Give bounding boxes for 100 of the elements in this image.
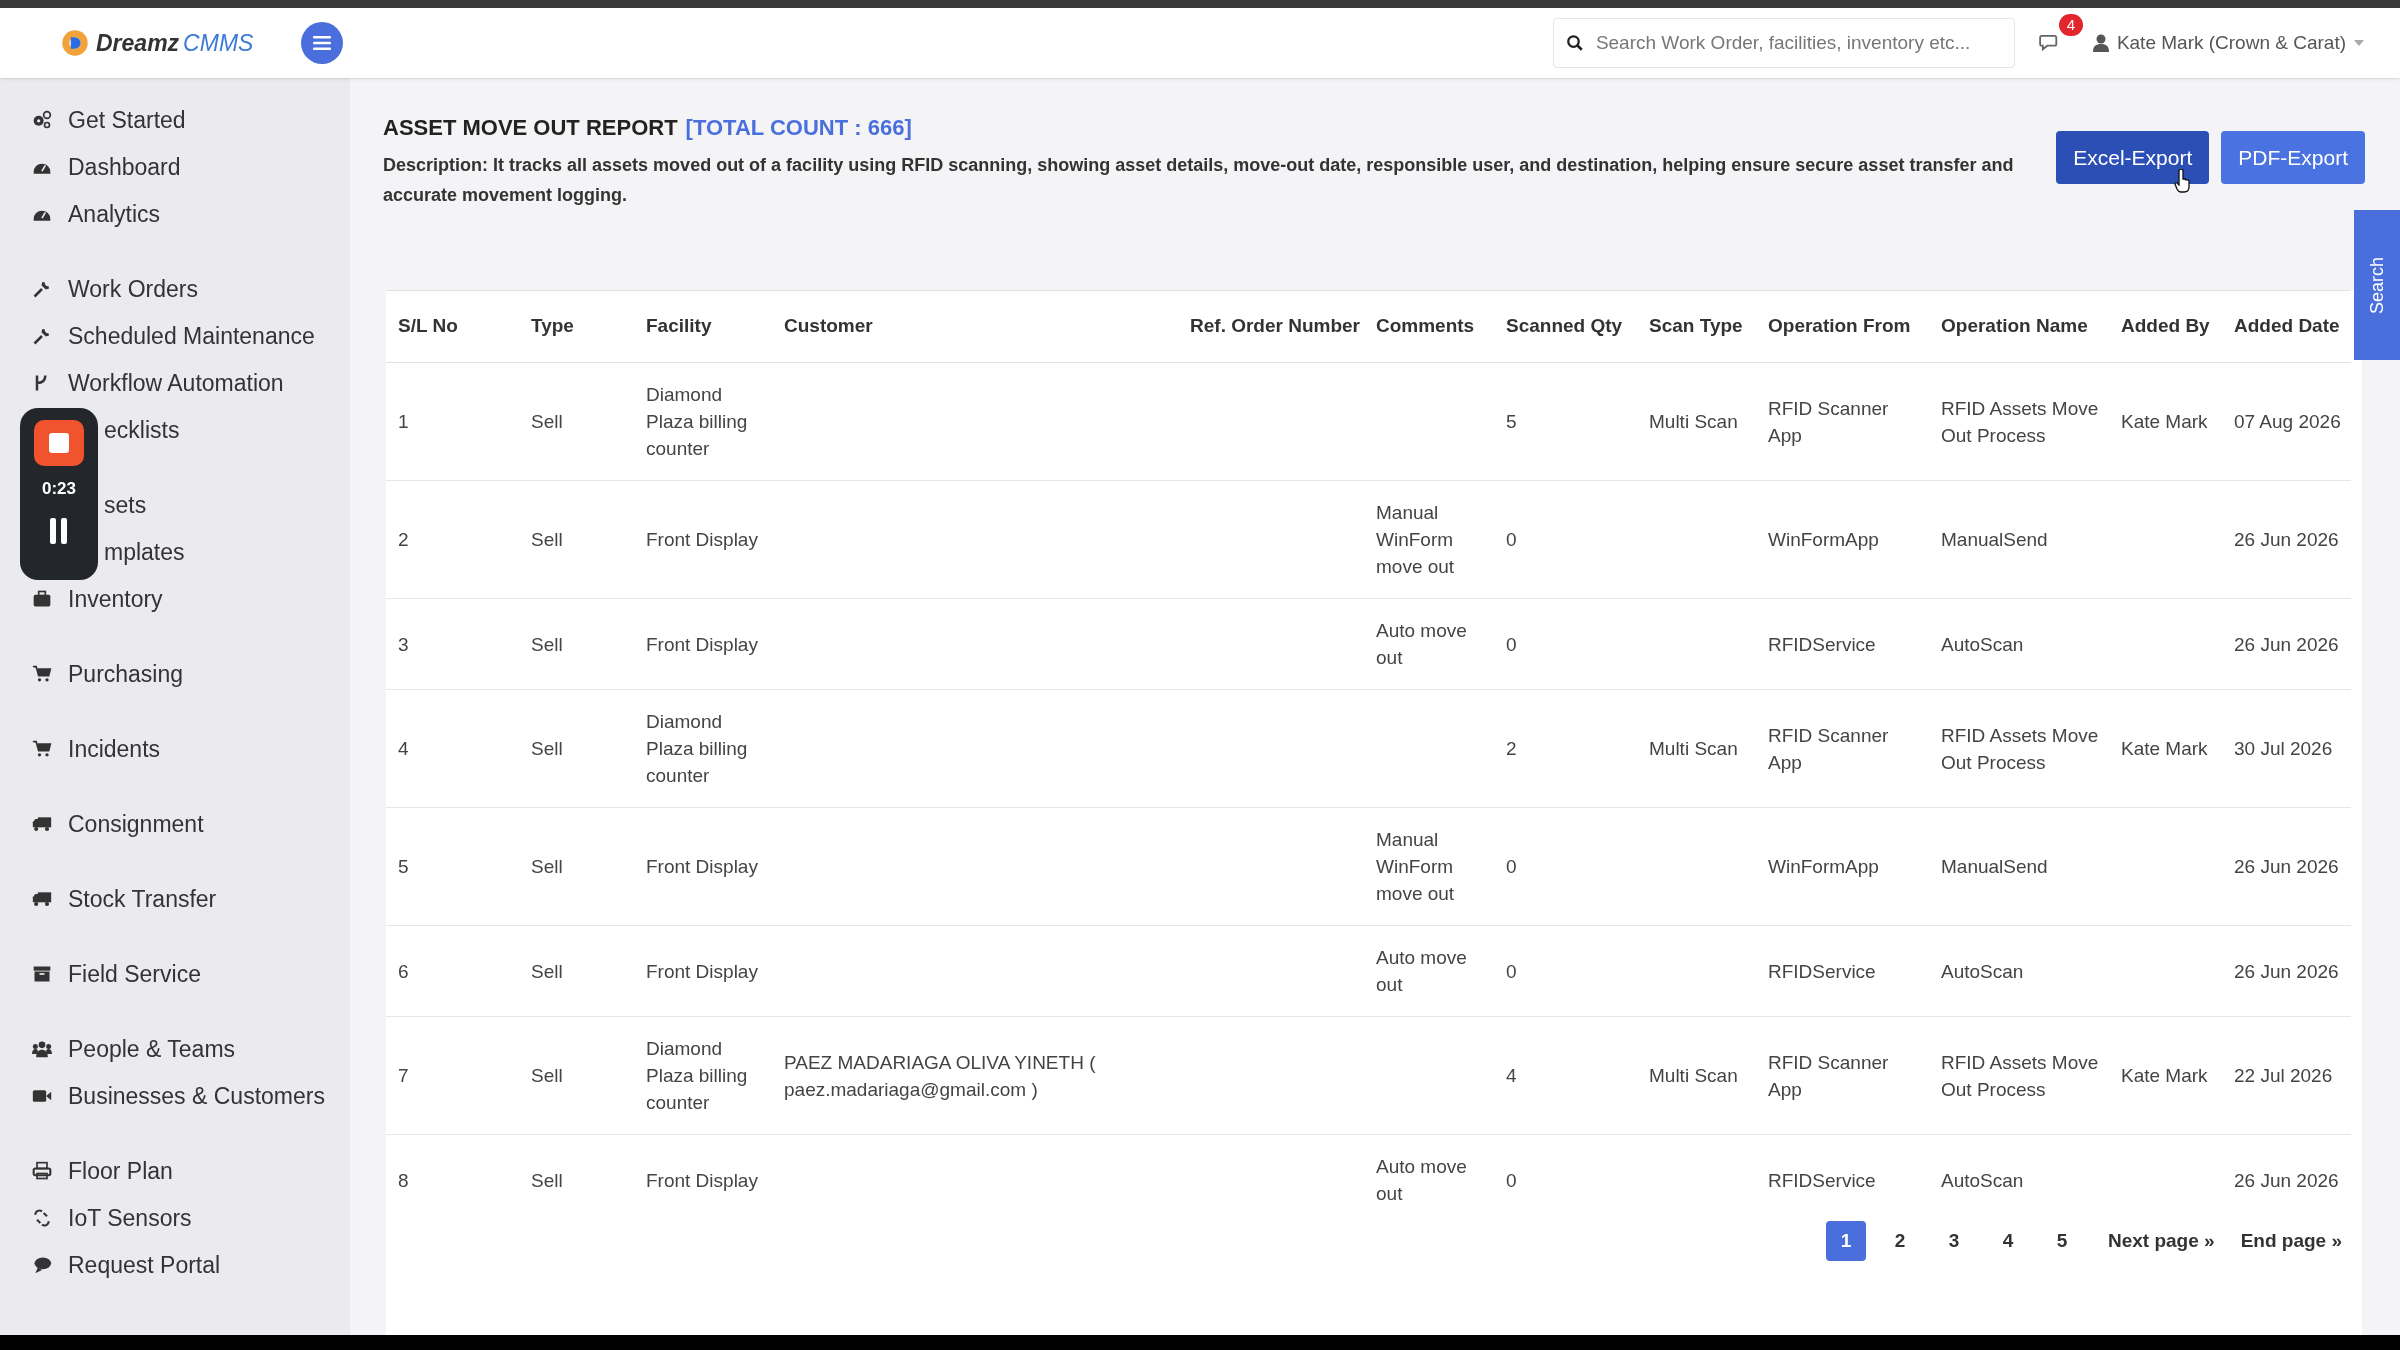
sidebar-item[interactable]: Stock Transfer bbox=[0, 883, 350, 915]
page-button[interactable]: 4 bbox=[1988, 1221, 2028, 1261]
stop-button[interactable] bbox=[34, 420, 84, 466]
column-header: Facility bbox=[638, 290, 776, 363]
table-cell: Front Display bbox=[646, 856, 758, 877]
table-cell: 26 Jun 2026 bbox=[2234, 1169, 2339, 1191]
sidebar-item[interactable]: Inventory bbox=[0, 583, 350, 615]
recording-time: 0:23 bbox=[42, 478, 76, 500]
report-title: ASSET MOVE OUT REPORT bbox=[383, 114, 678, 142]
search-tab[interactable]: Search bbox=[2354, 210, 2400, 360]
briefcase-icon bbox=[32, 589, 52, 609]
sidebar-item[interactable]: Field Service bbox=[0, 958, 350, 990]
table-cell: Sell bbox=[531, 856, 563, 877]
table-cell: 0 bbox=[1506, 960, 1517, 982]
wrench-icon bbox=[32, 279, 52, 299]
report-description: Description: It tracks all assets moved out of a facility using RFID scanning, showing asset details, move-out date, responsible user, and destination, helping ensure secure asset transfer and accurate movement logging. bbox=[383, 154, 2015, 207]
column-header: Scan Type bbox=[1641, 290, 1760, 363]
sidebar-item[interactable]: Scheduled Maintenance bbox=[0, 320, 350, 352]
box-icon bbox=[32, 964, 52, 984]
sidebar-item[interactable]: Incidents bbox=[0, 733, 350, 765]
sidebar-item[interactable]: Businesses & Customers bbox=[0, 1080, 350, 1112]
table-cell: Sell bbox=[531, 960, 563, 982]
column-header: Added By bbox=[2113, 290, 2226, 363]
page-button[interactable]: 1 bbox=[1826, 1221, 1866, 1261]
table-cell: Sell bbox=[531, 633, 563, 655]
user-icon bbox=[2092, 34, 2109, 52]
sidebar-item[interactable]: Workflow Automation bbox=[0, 367, 350, 399]
table-cell: Multi Scan bbox=[1649, 411, 1738, 432]
table-cell: 2 bbox=[1506, 738, 1517, 759]
sidebar-item[interactable]: mplates bbox=[0, 536, 350, 568]
page-button[interactable]: 2 bbox=[1880, 1221, 1920, 1261]
table-cell: Front Display bbox=[646, 633, 758, 655]
page-button[interactable]: 3 bbox=[1934, 1221, 1974, 1261]
sidebar-item[interactable]: Floor Plan bbox=[0, 1155, 350, 1187]
table-cell: Sell bbox=[531, 1169, 563, 1191]
users-icon bbox=[32, 1039, 52, 1059]
table-cell: WinFormApp bbox=[1768, 856, 1879, 877]
table-cell: Diamond Plaza billing counter bbox=[646, 711, 748, 786]
column-header: S/L No bbox=[386, 290, 523, 363]
notification-badge: 4 bbox=[2058, 14, 2083, 36]
sidebar-item[interactable]: Consignment bbox=[0, 808, 350, 840]
table-cell: 0 bbox=[1506, 529, 1517, 550]
sidebar-item[interactable]: People & Teams bbox=[0, 1033, 350, 1065]
table-cell: 22 Jul 2026 bbox=[2234, 1065, 2333, 1086]
table-cell: RFID Assets Move Out Process bbox=[1941, 1051, 2099, 1100]
table-cell: RFID Assets Move Out Process bbox=[1941, 397, 2099, 446]
sidebar-item[interactable]: Request Portal bbox=[0, 1249, 350, 1281]
search-field[interactable]: Search Work Order, facilities, inventory etc... bbox=[1552, 18, 2015, 68]
table-cell: PAEZ MADARIAGA OLIVA YINETH ( paez.madariaga@gmail.com ) bbox=[784, 1051, 1096, 1100]
column-header: Customer bbox=[776, 290, 1168, 363]
truck-icon bbox=[32, 889, 52, 909]
sidebar-item[interactable]: Work Orders bbox=[0, 273, 350, 305]
table-cell: 3 bbox=[398, 633, 409, 655]
table-cell: 7 bbox=[398, 1065, 409, 1086]
column-header: Operation From bbox=[1760, 290, 1933, 363]
table-cell: 26 Jun 2026 bbox=[2234, 633, 2339, 655]
table-cell: Diamond Plaza billing counter bbox=[646, 384, 748, 459]
page-link[interactable]: Next page » bbox=[2108, 1226, 2215, 1256]
table-cell: 0 bbox=[1506, 633, 1517, 655]
table-cell: Multi Scan bbox=[1649, 1065, 1738, 1086]
column-header: Operation Name bbox=[1933, 290, 2113, 363]
page-button[interactable]: 5 bbox=[2042, 1221, 2082, 1261]
total-count: [TOTAL COUNT : 666] bbox=[685, 114, 912, 142]
table-cell: 26 Jun 2026 bbox=[2234, 960, 2339, 982]
sidebar-item[interactable]: Dashboard bbox=[0, 151, 350, 183]
table-cell: AutoScan bbox=[1941, 1169, 2024, 1191]
page-link[interactable]: End page » bbox=[2240, 1226, 2342, 1256]
table-cell: Sell bbox=[531, 738, 563, 759]
table-cell: Kate Mark bbox=[2121, 1065, 2208, 1086]
column-header: Type bbox=[523, 290, 638, 363]
table-cell: 26 Jun 2026 bbox=[2234, 529, 2339, 550]
gears-icon bbox=[32, 110, 52, 130]
column-header: Comments bbox=[1368, 290, 1498, 363]
table-cell: Multi Scan bbox=[1649, 738, 1738, 759]
wrench-icon bbox=[32, 326, 52, 346]
table-cell: AutoScan bbox=[1941, 960, 2024, 982]
table-cell: Front Display bbox=[646, 960, 758, 982]
sidebar-item[interactable]: ecklists bbox=[0, 414, 350, 446]
sidebar-item[interactable]: Analytics bbox=[0, 198, 350, 230]
truck-icon bbox=[32, 814, 52, 834]
menu-button[interactable] bbox=[301, 22, 344, 64]
sidebar-item[interactable]: IoT Sensors bbox=[0, 1202, 350, 1234]
menu-icon bbox=[313, 35, 332, 51]
table-cell: RFID Scanner App bbox=[1768, 397, 1889, 446]
hand-cursor-icon bbox=[2174, 169, 2193, 193]
table-cell: RFID Scanner App bbox=[1768, 724, 1889, 773]
sidebar-item[interactable]: Purchasing bbox=[0, 658, 350, 690]
table-cell: 8 bbox=[398, 1169, 409, 1191]
table-cell: Diamond Plaza billing counter bbox=[646, 1038, 748, 1113]
user-menu[interactable]: Kate Mark (Crown & Carat) bbox=[2092, 28, 2364, 58]
table-cell: Manual WinForm move out bbox=[1376, 502, 1455, 577]
sidebar-item[interactable]: Get Started bbox=[0, 104, 350, 136]
cart-icon bbox=[32, 664, 52, 684]
table-cell: RFIDService bbox=[1768, 633, 1876, 655]
printer-icon bbox=[32, 1161, 52, 1181]
export-button[interactable]: Excel-Export bbox=[2056, 131, 2210, 184]
export-button[interactable]: PDF-Export bbox=[2221, 131, 2365, 184]
table-cell: 1 bbox=[398, 411, 409, 432]
column-header: Added Date bbox=[2226, 290, 2351, 363]
table-cell: Kate Mark bbox=[2121, 738, 2208, 759]
